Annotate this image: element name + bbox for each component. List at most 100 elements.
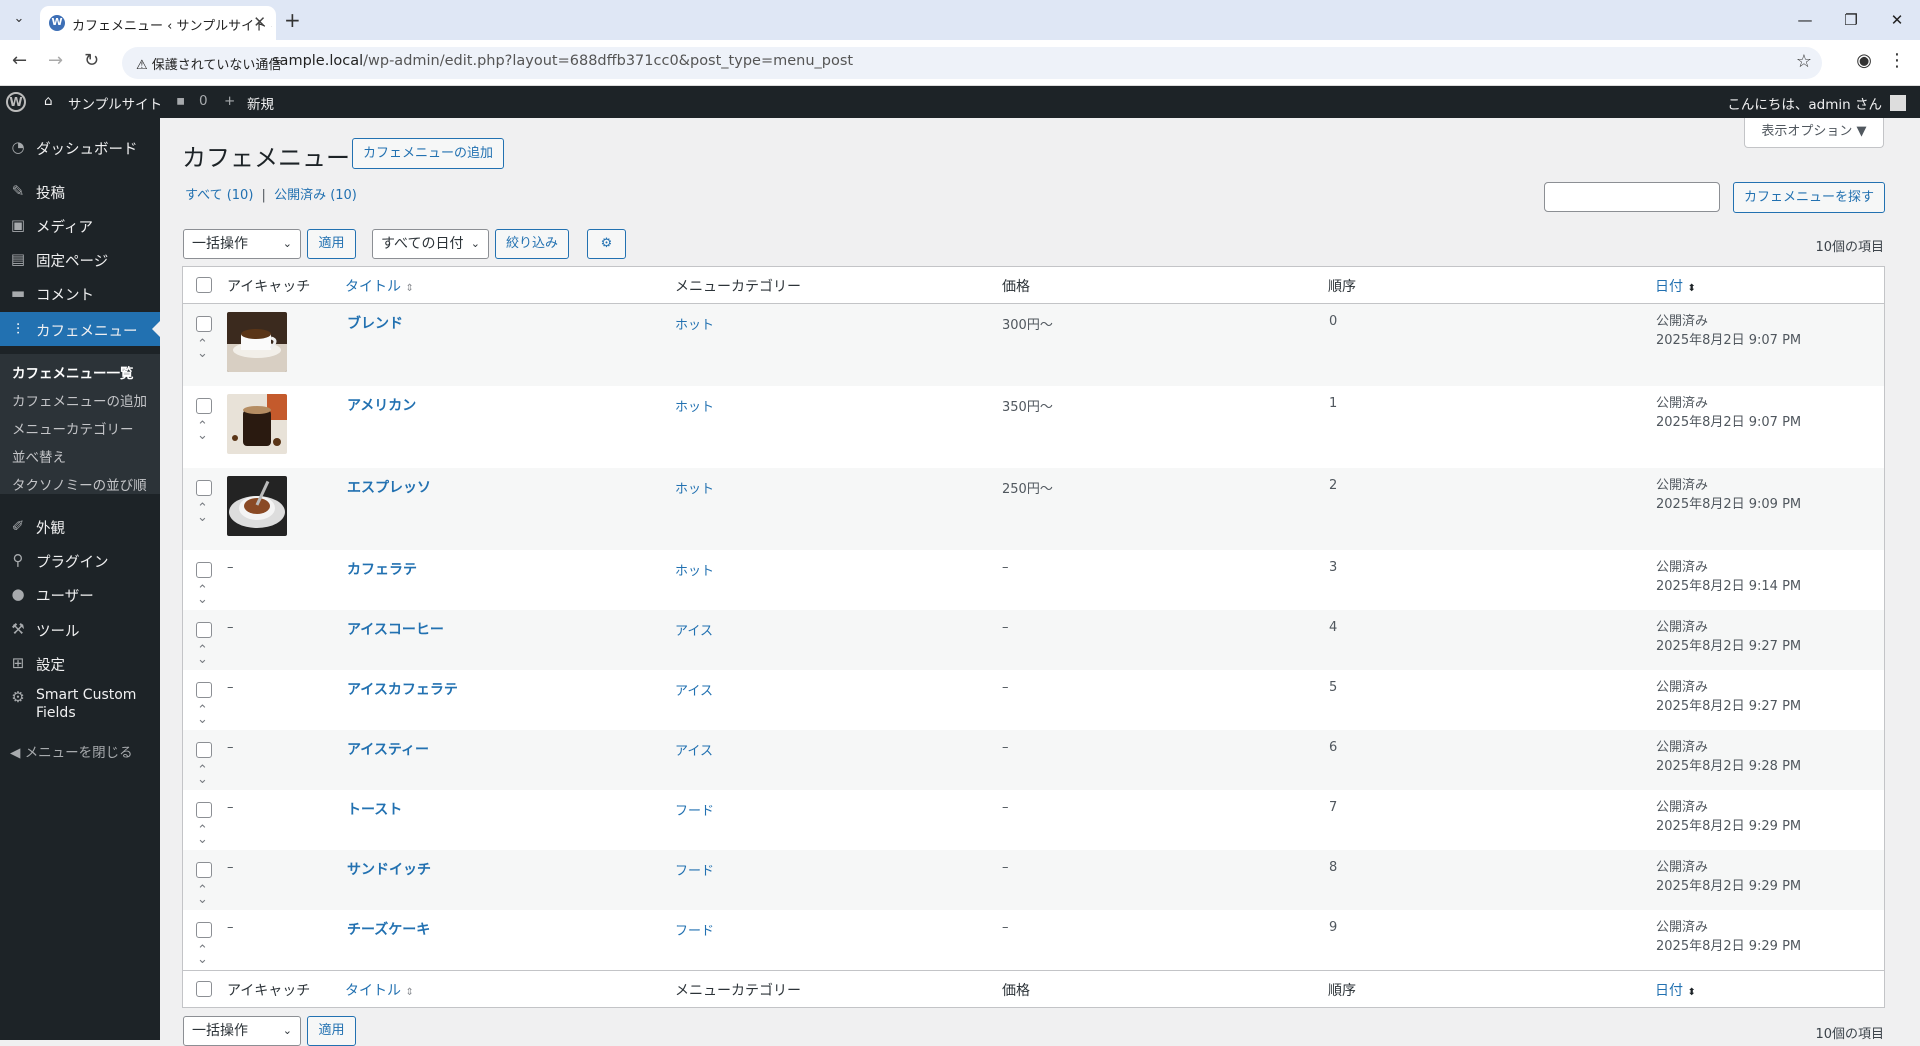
menu-comments[interactable]: ▬ コメント: [0, 276, 160, 310]
thumbnail-image[interactable]: [227, 312, 287, 372]
submenu-taxonomy-order[interactable]: タクソノミーの並び順: [12, 474, 147, 494]
avatar[interactable]: [1890, 95, 1906, 111]
row-checkbox[interactable]: [196, 802, 212, 818]
row-category-link[interactable]: アイス: [675, 740, 713, 759]
home-icon[interactable]: ⌂: [44, 93, 53, 109]
submenu-sort[interactable]: 並べ替え: [12, 446, 66, 466]
row-category-link[interactable]: ホット: [675, 314, 714, 333]
minimize-icon[interactable]: —: [1782, 0, 1828, 40]
comment-bubble-icon[interactable]: ▪: [176, 93, 185, 109]
view-all-link[interactable]: すべて (10): [185, 188, 253, 203]
menu-plugins[interactable]: ⚲ プラグイン: [0, 543, 160, 577]
drag-handle-icon[interactable]: ⌃ ⌄: [197, 944, 208, 966]
menu-appearance[interactable]: ✐ 外観: [0, 509, 160, 543]
footer-date[interactable]: 日付 ⬍: [1655, 980, 1696, 1000]
row-title-link[interactable]: トースト: [347, 799, 402, 819]
drag-handle-icon[interactable]: ⌃ ⌄: [197, 502, 208, 524]
add-new-button[interactable]: カフェメニューの追加: [352, 138, 504, 169]
row-title-link[interactable]: カフェラテ: [347, 559, 417, 579]
row-category-link[interactable]: ホット: [675, 560, 714, 579]
row-checkbox[interactable]: [196, 480, 212, 496]
close-tab-icon[interactable]: ✕: [253, 13, 266, 31]
select-all-checkbox-footer[interactable]: [196, 981, 212, 997]
date-filter-select[interactable]: すべての日付 ⌄: [372, 229, 489, 259]
menu-dashboard[interactable]: ◔ ダッシュボード: [0, 130, 160, 164]
menu-pages[interactable]: ▤ 固定ページ: [0, 242, 160, 276]
greeting-link[interactable]: こんにちは、admin さん: [1727, 93, 1882, 113]
row-category-link[interactable]: フード: [675, 800, 714, 819]
submenu-add[interactable]: カフェメニューの追加: [12, 390, 147, 410]
row-title-link[interactable]: ブレンド: [347, 313, 403, 333]
browser-tab[interactable]: W カフェメニュー ‹ サンプルサイト — Wo ✕: [40, 6, 276, 40]
plus-icon[interactable]: +: [224, 93, 235, 109]
not-secure-label[interactable]: ⚠ 保護されていない通信: [136, 54, 281, 73]
tab-search-dropdown-icon[interactable]: ⌄: [6, 8, 32, 32]
screen-options-button[interactable]: 表示オプション ▼: [1744, 118, 1884, 148]
row-title-link[interactable]: アメリカン: [347, 395, 416, 415]
row-title-link[interactable]: エスプレッソ: [347, 477, 431, 497]
new-tab-icon[interactable]: +: [284, 8, 301, 32]
row-category-link[interactable]: ホット: [675, 396, 714, 415]
bulk-action-select-bottom[interactable]: 一括操作 ⌄: [183, 1016, 301, 1046]
drag-handle-icon[interactable]: ⌃ ⌄: [197, 338, 208, 360]
profile-icon[interactable]: ◉: [1856, 50, 1872, 71]
thumbnail-image[interactable]: [227, 476, 287, 536]
bulk-action-select[interactable]: 一括操作 ⌄: [183, 229, 301, 259]
row-checkbox[interactable]: [196, 742, 212, 758]
close-window-icon[interactable]: ✕: [1874, 0, 1920, 40]
browser-menu-icon[interactable]: ⋮: [1888, 50, 1906, 71]
drag-handle-icon[interactable]: ⌃ ⌄: [197, 584, 208, 606]
menu-media[interactable]: ▣ メディア: [0, 208, 160, 242]
drag-handle-icon[interactable]: ⌃ ⌄: [197, 764, 208, 786]
gear-settings-button[interactable]: ⚙: [587, 229, 626, 259]
row-checkbox[interactable]: [196, 622, 212, 638]
row-category-link[interactable]: アイス: [675, 680, 713, 699]
forward-icon[interactable]: →: [48, 50, 63, 71]
row-checkbox[interactable]: [196, 682, 212, 698]
select-all-checkbox[interactable]: [196, 277, 212, 293]
menu-users[interactable]: ● ユーザー: [0, 577, 160, 611]
row-checkbox[interactable]: [196, 562, 212, 578]
menu-posts[interactable]: ✎ 投稿: [0, 174, 160, 208]
footer-title[interactable]: タイトル ⇕: [345, 980, 414, 1000]
search-button[interactable]: カフェメニューを探す: [1733, 182, 1885, 213]
back-icon[interactable]: ←: [12, 50, 27, 71]
row-category-link[interactable]: フード: [675, 920, 714, 939]
restore-icon[interactable]: ❐: [1828, 0, 1874, 40]
submenu-list[interactable]: カフェメニュー一覧: [12, 362, 134, 382]
row-title-link[interactable]: アイスカフェラテ: [347, 679, 458, 699]
site-name-link[interactable]: サンプルサイト: [68, 93, 162, 113]
drag-handle-icon[interactable]: ⌃ ⌄: [197, 704, 208, 726]
drag-handle-icon[interactable]: ⌃ ⌄: [197, 824, 208, 846]
drag-handle-icon[interactable]: ⌃ ⌄: [197, 644, 208, 666]
row-title-link[interactable]: アイスコーヒー: [347, 619, 444, 639]
wordpress-logo-icon[interactable]: W: [6, 92, 26, 112]
menu-settings[interactable]: ⊞ 設定: [0, 646, 160, 680]
menu-cafe-menu[interactable]: ⫶ カフェメニュー: [0, 312, 160, 346]
row-title-link[interactable]: チーズケーキ: [347, 919, 430, 939]
drag-handle-icon[interactable]: ⌃ ⌄: [197, 420, 208, 442]
menu-smart-custom-fields[interactable]: ⚙ Smart Custom Fields: [0, 680, 160, 721]
new-content-link[interactable]: 新規: [247, 93, 274, 113]
row-title-link[interactable]: サンドイッチ: [347, 859, 431, 879]
collapse-menu-button[interactable]: ◀ メニューを閉じる: [10, 741, 133, 761]
row-checkbox[interactable]: [196, 922, 212, 938]
thumbnail-image[interactable]: [227, 394, 287, 454]
row-category-link[interactable]: アイス: [675, 620, 713, 639]
row-checkbox[interactable]: [196, 398, 212, 414]
apply-button[interactable]: 適用: [307, 229, 356, 259]
menu-tools[interactable]: ⚒ ツール: [0, 612, 160, 646]
row-checkbox[interactable]: [196, 862, 212, 878]
header-date[interactable]: 日付 ⬍: [1655, 276, 1696, 296]
row-category-link[interactable]: ホット: [675, 478, 714, 497]
header-title[interactable]: タイトル ⇕: [345, 276, 414, 296]
comments-count[interactable]: 0: [199, 93, 208, 109]
drag-handle-icon[interactable]: ⌃ ⌄: [197, 884, 208, 906]
reload-icon[interactable]: ↻: [84, 50, 99, 71]
view-published-link[interactable]: 公開済み (10): [274, 188, 357, 203]
row-checkbox[interactable]: [196, 316, 212, 332]
url-field[interactable]: ⚠ 保護されていない通信 sample.local/wp-admin/edit.…: [122, 47, 1822, 79]
row-category-link[interactable]: フード: [675, 860, 714, 879]
apply-button-bottom[interactable]: 適用: [307, 1016, 356, 1046]
submenu-category[interactable]: メニューカテゴリー: [12, 418, 134, 438]
